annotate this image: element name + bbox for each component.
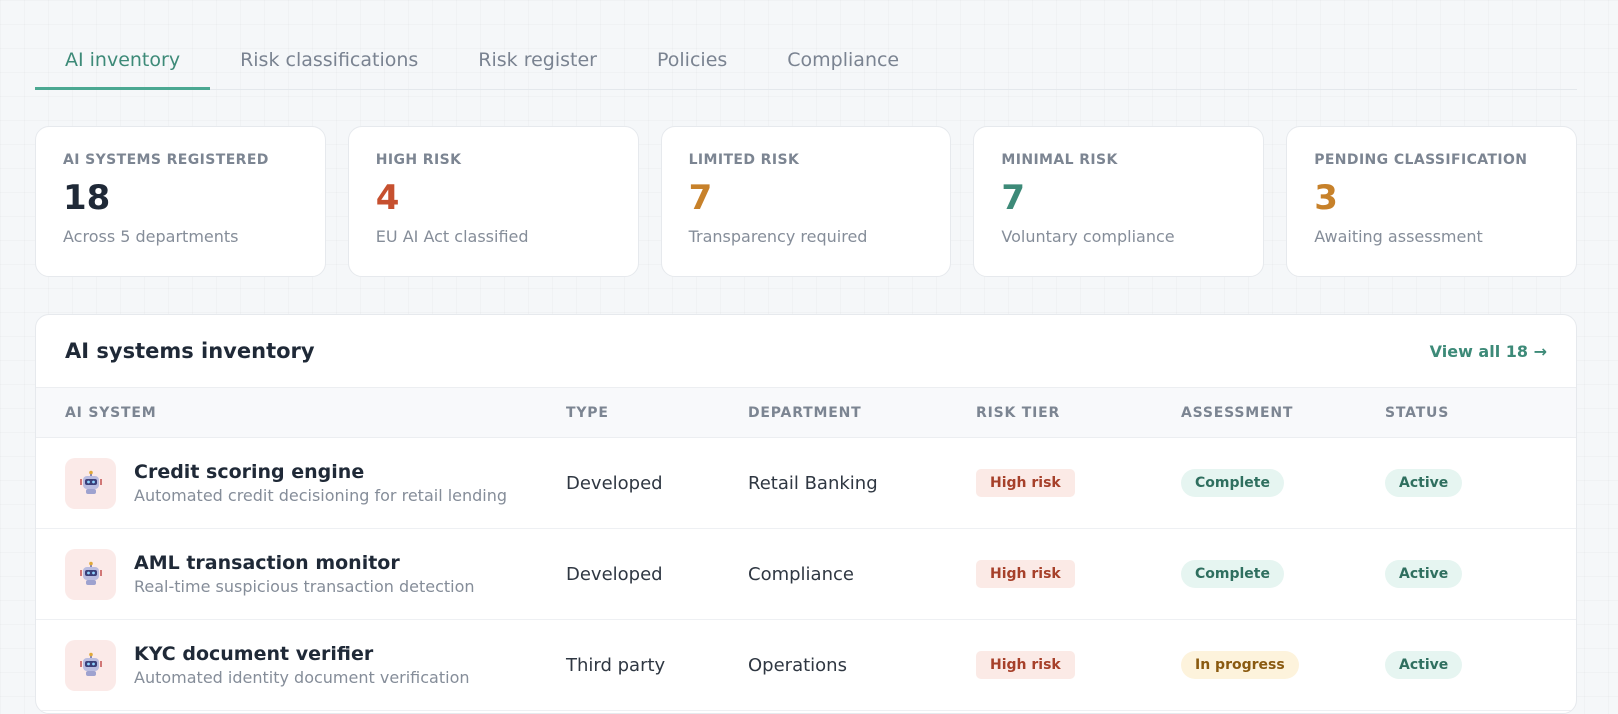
column-header-risk-tier[interactable]: RISK TIER: [976, 405, 1181, 421]
risk-badge: High risk: [976, 651, 1075, 679]
risk-badge: High risk: [976, 469, 1075, 497]
stat-subtitle: Transparency required: [688, 227, 868, 247]
type-cell: Developed: [566, 472, 663, 494]
tab-compliance[interactable]: Compliance: [757, 36, 929, 90]
stat-value: 4: [375, 178, 400, 218]
stat-card-pending: PENDING CLASSIFICATION 3 Awaiting assess…: [1286, 126, 1577, 277]
risk-tier-cell: High risk: [976, 469, 1181, 497]
type-cell: Third party: [566, 654, 666, 676]
assessment-badge: Complete: [1181, 469, 1284, 497]
stat-subtitle: Voluntary compliance: [1001, 227, 1175, 247]
panel-header: AI systems inventory View all 18 →: [36, 315, 1576, 387]
stat-subtitle: EU AI Act classified: [375, 227, 529, 247]
stat-card-minimal-risk: MINIMAL RISK 7 Voluntary compliance: [973, 126, 1265, 277]
assessment-cell: Complete: [1181, 560, 1385, 588]
stat-subtitle: Awaiting assessment: [1314, 227, 1483, 247]
stat-card-ai-systems: AI SYSTEMS REGISTERED 18 Across 5 depart…: [35, 126, 326, 277]
stat-subtitle: Across 5 departments: [63, 227, 239, 247]
stat-value: 7: [1001, 178, 1026, 218]
system-description: Automated identity document verification: [134, 668, 470, 687]
system-name[interactable]: KYC document verifier: [134, 643, 470, 665]
system-text: KYC document verifier Automated identity…: [134, 643, 470, 687]
column-header-ai-system[interactable]: AI SYSTEM: [65, 405, 566, 421]
robot-icon: [65, 639, 116, 691]
stat-label: HIGH RISK: [375, 152, 462, 168]
column-header-type[interactable]: TYPE: [566, 405, 748, 421]
system-cell: KYC document verifier Automated identity…: [65, 639, 566, 691]
status-badge: Active: [1385, 560, 1463, 588]
assessment-cell: In progress: [1181, 651, 1385, 679]
stat-label: LIMITED RISK: [688, 152, 800, 168]
view-all-link[interactable]: View all 18 →: [1430, 342, 1547, 361]
tab-risk-register[interactable]: Risk register: [448, 36, 627, 90]
stat-label: PENDING CLASSIFICATION: [1314, 152, 1528, 168]
system-cell: Credit scoring engine Automated credit d…: [65, 457, 566, 509]
status-badge: Active: [1385, 651, 1463, 679]
panel-title: AI systems inventory: [65, 339, 315, 363]
stat-label: AI SYSTEMS REGISTERED: [63, 152, 269, 168]
stat-value: 18: [63, 178, 111, 218]
assessment-cell: Complete: [1181, 469, 1385, 497]
column-header-assessment[interactable]: ASSESSMENT: [1181, 405, 1385, 421]
system-description: Real-time suspicious transaction detecti…: [134, 577, 475, 596]
system-name[interactable]: AML transaction monitor: [134, 552, 475, 574]
assessment-badge: Complete: [1181, 560, 1284, 588]
main-tabs: AI inventory Risk classifications Risk r…: [35, 36, 1577, 90]
system-cell: AML transaction monitor Real-time suspic…: [65, 548, 566, 600]
risk-tier-cell: High risk: [976, 651, 1181, 679]
system-text: AML transaction monitor Real-time suspic…: [134, 552, 475, 596]
table-body: Credit scoring engine Automated credit d…: [36, 438, 1576, 711]
tab-policies[interactable]: Policies: [627, 36, 757, 90]
department-cell: Operations: [748, 654, 847, 676]
risk-tier-cell: High risk: [976, 560, 1181, 588]
column-header-status[interactable]: STATUS: [1385, 405, 1565, 421]
type-cell: Developed: [566, 563, 663, 585]
system-text: Credit scoring engine Automated credit d…: [134, 461, 507, 505]
system-description: Automated credit decisioning for retail …: [134, 486, 508, 505]
stat-card-high-risk: HIGH RISK 4 EU AI Act classified: [347, 126, 639, 277]
table-header: AI SYSTEM TYPE DEPARTMENT RISK TIER ASSE…: [36, 387, 1576, 438]
table-row[interactable]: KYC document verifier Automated identity…: [36, 620, 1576, 711]
robot-icon: [65, 548, 116, 600]
stat-value: 7: [688, 178, 713, 218]
status-badge: Active: [1385, 469, 1463, 497]
robot-icon: [65, 457, 116, 509]
table-row[interactable]: AML transaction monitor Real-time suspic…: [36, 529, 1576, 620]
stats-row: AI SYSTEMS REGISTERED 18 Across 5 depart…: [35, 126, 1577, 277]
table-row[interactable]: Credit scoring engine Automated credit d…: [36, 438, 1576, 529]
department-cell: Retail Banking: [748, 472, 878, 494]
column-header-department[interactable]: DEPARTMENT: [748, 405, 976, 421]
status-cell: Active: [1385, 560, 1565, 588]
tab-risk-classifications[interactable]: Risk classifications: [210, 36, 448, 90]
tab-ai-inventory[interactable]: AI inventory: [35, 36, 211, 90]
inventory-panel: AI systems inventory View all 18 → AI SY…: [35, 314, 1577, 714]
status-cell: Active: [1385, 469, 1565, 497]
stat-value: 3: [1314, 178, 1338, 218]
department-cell: Compliance: [748, 563, 854, 585]
risk-badge: High risk: [976, 560, 1075, 588]
status-cell: Active: [1385, 651, 1565, 679]
system-name[interactable]: Credit scoring engine: [134, 461, 507, 483]
stat-label: MINIMAL RISK: [1001, 152, 1118, 168]
assessment-badge: In progress: [1181, 651, 1299, 679]
stat-card-limited-risk: LIMITED RISK 7 Transparency required: [660, 126, 952, 277]
